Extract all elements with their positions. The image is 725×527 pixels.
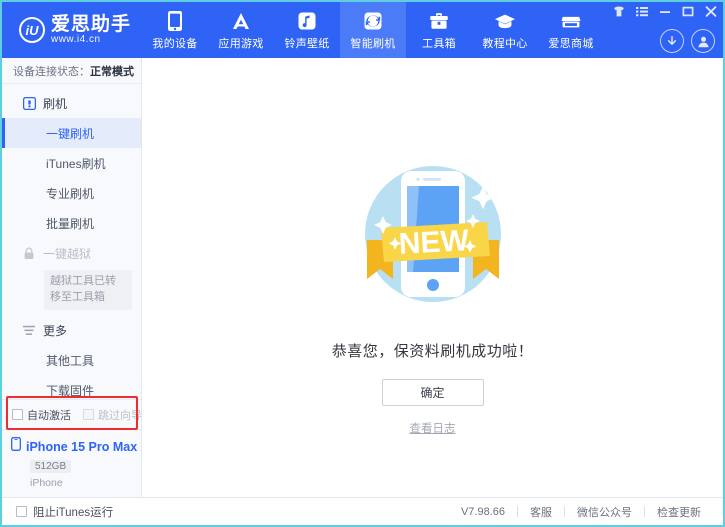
sidebar-item-label: 批量刷机 (46, 216, 95, 231)
version-label: V7.98.66 (460, 505, 505, 518)
music-icon (296, 10, 318, 32)
account-icon[interactable] (691, 29, 715, 53)
menu-icon[interactable] (635, 5, 648, 18)
window-controls (612, 5, 717, 18)
sidebar-menu: 刷机 一键刷机 iTunes刷机 专业刷机 批量刷机 一键越狱 越狱工具已转移至… (2, 84, 141, 399)
sidebar-item-label: 其他工具 (46, 354, 95, 369)
sidebar-options: 自动激活 跳过向导 (2, 396, 142, 430)
success-message: 恭喜您，保资料刷机成功啦！ (331, 343, 534, 360)
device-info[interactable]: iPhone 15 Pro Max 512GB iPhone (2, 429, 141, 497)
checkbox-label: 自动激活 (27, 409, 71, 422)
tab-label: 工具箱 (422, 37, 456, 50)
minimize-icon[interactable] (658, 5, 671, 18)
tab-label: 教程中心 (482, 37, 528, 50)
sidebar-group-jailbreak: 一键越狱 (2, 238, 141, 268)
device-type: iPhone (30, 477, 63, 489)
brand-url: www.i4.cn (50, 33, 101, 45)
sidebar-group-flash[interactable]: 刷机 (2, 88, 141, 118)
lock-icon (22, 246, 36, 260)
sidebar-item-pro-flash[interactable]: 专业刷机 (2, 178, 141, 208)
tab-label: 应用游戏 (218, 37, 264, 50)
brand-logo: iU 爱思助手 www.i4.cn (2, 2, 142, 58)
footer-link-wechat[interactable]: 微信公众号 (565, 504, 644, 520)
tab-smart-flash[interactable]: 智能刷机 (340, 2, 406, 58)
checkbox-box (16, 506, 27, 517)
jailbreak-tooltip: 越狱工具已转移至工具箱 (44, 270, 132, 310)
device-phone-icon (11, 437, 21, 456)
graduation-cap-icon (494, 10, 516, 32)
app-window: iU 爱思助手 www.i4.cn 我的设备 应用游戏 铃声壁纸 智能刷机 工具… (0, 0, 725, 527)
brand-mark-icon: iU (18, 17, 45, 43)
connection-status-value: 正常模式 (90, 65, 134, 78)
tab-ringtone-wallpaper[interactable]: 铃声壁纸 (274, 2, 340, 58)
sidebar-group-label: 更多 (43, 324, 68, 339)
tab-apps-games[interactable]: 应用游戏 (208, 2, 274, 58)
tab-label: 我的设备 (152, 37, 198, 50)
status-bar: 阻止iTunes运行 V7.98.66 客服 微信公众号 检查更新 (2, 497, 723, 525)
brand-name: 爱思助手 (50, 13, 131, 35)
shop-icon (560, 10, 582, 32)
sidebar-item-label: 专业刷机 (46, 186, 95, 201)
maximize-icon[interactable] (681, 5, 694, 18)
svg-text:NEW: NEW (398, 224, 470, 261)
sidebar-item-label: iTunes刷机 (46, 156, 106, 171)
device-name: iPhone 15 Pro Max (26, 439, 138, 454)
checkbox-box (12, 409, 23, 420)
sidebar: 设备连接状态： 正常模式 刷机 一键刷机 iTunes刷机 专业刷机 批量刷机 … (2, 58, 142, 497)
tab-tutorial-center[interactable]: 教程中心 (472, 2, 538, 58)
view-log-link[interactable]: 查看日志 (410, 420, 456, 436)
flash-icon (22, 96, 36, 110)
tab-label: 爱思商城 (548, 37, 594, 50)
sidebar-item-itunes-flash[interactable]: iTunes刷机 (2, 148, 141, 178)
checkbox-box (83, 409, 94, 420)
footer-link-check-update[interactable]: 检查更新 (645, 504, 713, 520)
sidebar-group-label: 刷机 (43, 96, 68, 111)
sidebar-item-download-firmware[interactable]: 下载固件 (2, 376, 141, 399)
brand-text: 爱思助手 www.i4.cn (50, 13, 131, 45)
sidebar-item-other-tools[interactable]: 其他工具 (2, 346, 141, 376)
app-header: iU 爱思助手 www.i4.cn 我的设备 应用游戏 铃声壁纸 智能刷机 工具… (2, 2, 723, 58)
sidebar-item-one-key-flash[interactable]: 一键刷机 (2, 118, 141, 148)
main-content: NEW 恭喜您，保资料刷机成功啦！ 确定 查看日志 (142, 58, 723, 497)
footer-link-support[interactable]: 客服 (518, 504, 564, 520)
device-capacity-badge: 512GB (30, 460, 72, 473)
tab-label: 铃声壁纸 (284, 37, 330, 50)
connection-status-label: 设备连接状态： (13, 65, 90, 78)
tab-aisi-mall[interactable]: 爱思商城 (538, 2, 604, 58)
header-actions (660, 29, 715, 53)
close-icon[interactable] (704, 5, 717, 18)
tab-label: 智能刷机 (350, 37, 396, 50)
footer-links: V7.98.66 客服 微信公众号 检查更新 (461, 504, 713, 520)
tab-my-device[interactable]: 我的设备 (142, 2, 208, 58)
sidebar-item-label: 下载固件 (46, 384, 95, 399)
checkbox-label: 阻止iTunes运行 (33, 506, 114, 519)
sidebar-group-more[interactable]: 更多 (2, 316, 141, 346)
download-icon[interactable] (660, 29, 684, 53)
app-body: 设备连接状态： 正常模式 刷机 一键刷机 iTunes刷机 专业刷机 批量刷机 … (2, 58, 723, 497)
more-lines-icon (22, 324, 36, 338)
appstore-icon (230, 10, 252, 32)
new-phone-badge-illustration: NEW (343, 144, 523, 324)
checkbox-label: 跳过向导 (98, 409, 142, 422)
confirm-button[interactable]: 确定 (381, 379, 484, 406)
phone-icon (164, 10, 186, 32)
block-itunes-checkbox[interactable]: 阻止iTunes运行 (16, 504, 113, 520)
refresh-icon (362, 10, 384, 32)
sidebar-item-label: 一键刷机 (46, 126, 95, 141)
toolbox-icon (428, 10, 450, 32)
device-name-row: iPhone 15 Pro Max (11, 437, 141, 456)
skip-wizard-checkbox: 跳过向导 (83, 407, 142, 423)
connection-status: 设备连接状态： 正常模式 (2, 58, 141, 84)
auto-activate-checkbox[interactable]: 自动激活 (12, 407, 71, 423)
tab-toolbox[interactable]: 工具箱 (406, 2, 472, 58)
sidebar-item-batch-flash[interactable]: 批量刷机 (2, 208, 141, 238)
skin-icon[interactable] (612, 5, 625, 18)
sidebar-group-label: 一键越狱 (43, 246, 92, 261)
